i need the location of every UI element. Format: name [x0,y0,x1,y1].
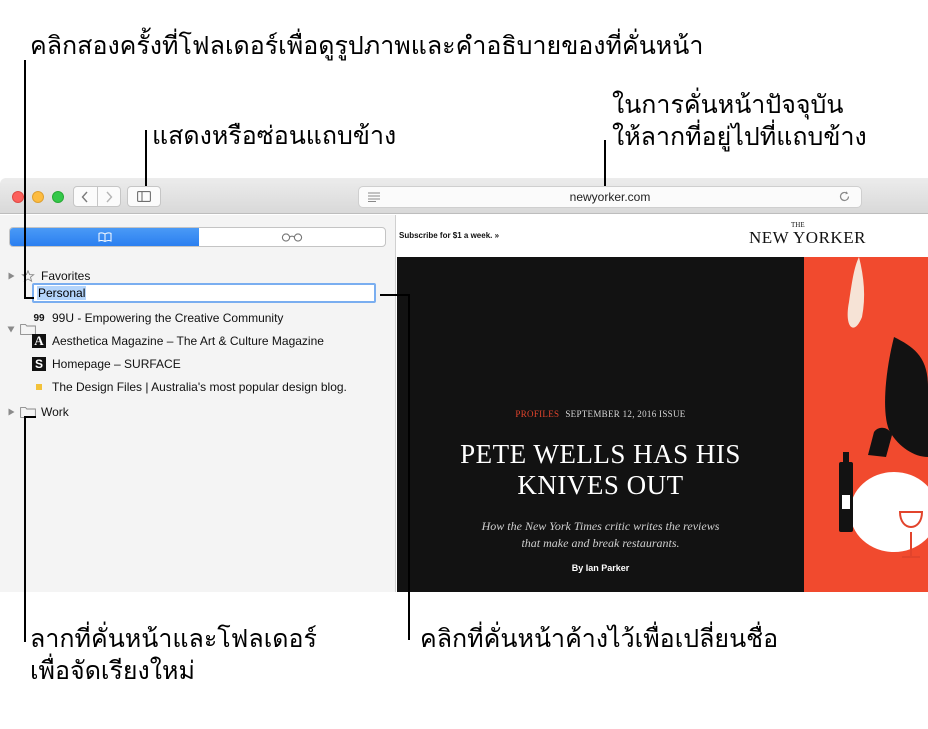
disclosure-closed-icon[interactable] [6,271,16,281]
bookmark-favicon: 99 [33,312,45,324]
story-kicker: PROFILES SEPTEMBER 12, 2016 ISSUE [397,409,804,419]
hero-illustration [804,257,928,592]
bookmark-favicon: S [32,357,46,371]
hero-story[interactable]: PROFILES SEPTEMBER 12, 2016 ISSUE PETE WE… [397,257,804,592]
bookmark-label: The Design Files | Australia's most popu… [52,380,347,394]
back-forward-group [73,186,121,207]
address-bar[interactable]: newyorker.com [358,186,862,208]
bookmark-row[interactable]: A Aesthetica Magazine – The Art & Cultur… [32,331,324,351]
close-window-button[interactable] [12,191,24,203]
bookmark-label: Homepage – SURFACE [52,357,181,371]
book-icon [98,232,111,242]
callout-folder-double-click: คลิกสองครั้งที่โฟลเดอร์เพื่อดูรูปภาพและค… [30,31,704,60]
leader-line [24,297,34,299]
illustration-art [839,257,928,558]
bookmark-favicon: A [32,333,46,348]
rename-field-text[interactable]: Personal [37,286,87,300]
story-dek: How the New York Times critic writes the… [481,519,720,550]
subscribe-link[interactable]: Subscribe for $1 a week. » [399,231,499,240]
toolbar: newyorker.com [0,178,928,214]
bookmark-label: Aesthetica Magazine – The Art & Culture … [52,334,324,348]
sidebar-item-label: Work [41,405,69,419]
story-headline[interactable]: PETE WELLS HAS HIS KNIVES OUT [397,439,804,501]
disclosure-open-icon[interactable] [6,324,16,334]
forward-button[interactable] [98,187,121,206]
site-header: Subscribe for $1 a week. » THE NEW YORKE… [397,215,928,257]
chevron-left-icon [81,191,88,202]
safari-window: newyorker.com Favorites Personal 99 99U … [0,178,928,592]
leader-line [604,140,606,186]
tab-reading-list[interactable] [199,228,385,246]
leader-line [24,416,36,418]
callout-drag-address: ในการคั่นหน้าปัจจุบัน ให้ลากที่อยู่ไปที่… [612,90,867,151]
story-byline: By Ian Parker [571,563,630,573]
leader-line [408,294,410,640]
reload-icon[interactable] [838,190,851,203]
bookmark-row[interactable]: The Design Files | Australia's most popu… [32,377,347,397]
chevron-right-icon [106,191,113,202]
sidebar-icon [137,191,151,202]
leader-line [24,60,26,297]
sidebar-item-label: Favorites [41,269,91,283]
disclosure-closed-icon[interactable] [6,407,16,417]
leader-line [380,294,410,296]
callout-sidebar-toggle: แสดงหรือซ่อนแถบข้าง [152,121,397,150]
bookmark-label: 99U - Empowering the Creative Community [52,311,284,325]
tab-bookmarks[interactable] [10,228,199,246]
back-button[interactable] [74,187,97,206]
bookmark-favicon [32,380,46,394]
bookmark-row[interactable]: 99 99U - Empowering the Creative Communi… [32,308,283,328]
site-logo[interactable]: NEW YORKER [749,228,866,248]
star-icon [21,270,35,282]
story-issue: SEPTEMBER 12, 2016 ISSUE [565,409,686,419]
rename-field[interactable]: Personal [32,283,376,303]
callout-rearrange: ลากที่คั่นหน้าและโฟลเดอร์ เพื่อจัดเรียงใ… [30,624,317,685]
leader-line [145,130,147,186]
sidebar-item-work[interactable]: Work [6,402,69,422]
show-sidebar-button[interactable] [127,186,161,207]
reading-glasses-icon [281,232,303,242]
zoom-window-button[interactable] [52,191,64,203]
minimize-window-button[interactable] [32,191,44,203]
story-section[interactable]: PROFILES [515,409,559,419]
leader-line [24,416,26,642]
web-content[interactable]: Subscribe for $1 a week. » THE NEW YORKE… [397,215,928,592]
bookmark-row[interactable]: S Homepage – SURFACE [32,354,181,374]
sidebar-segmented-control [9,227,386,247]
address-text: newyorker.com [569,190,651,204]
callout-rename: คลิกที่คั่นหน้าค้างไว้เพื่อเปลี่ยนชื่อ [420,624,779,653]
